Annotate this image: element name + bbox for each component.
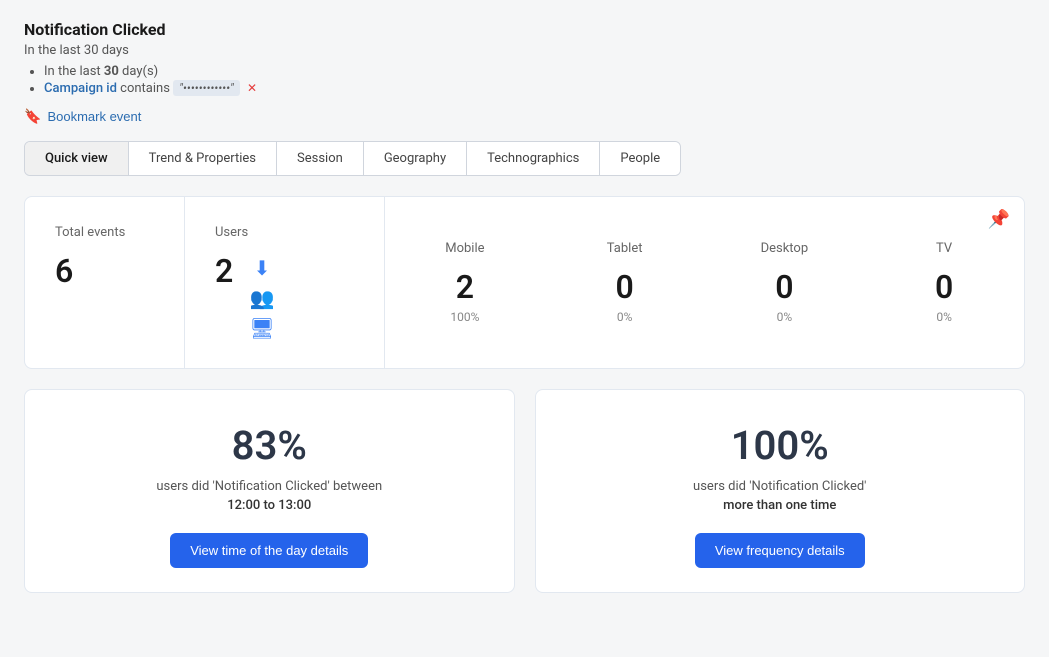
filter-days-bold: 30 xyxy=(104,64,119,79)
users-block: Users 2 ⬇ 👥 🖥 xyxy=(185,197,385,368)
mobile-percent: 100% xyxy=(395,310,535,324)
tab-technographics[interactable]: Technographics xyxy=(467,142,600,175)
desktop-percent: 0% xyxy=(715,310,855,324)
users-num-area: 2 xyxy=(215,252,233,290)
freq-detail: more than one time xyxy=(723,498,836,513)
tab-session[interactable]: Session xyxy=(277,142,364,175)
filter-campaign: Campaign id contains "••••••••••••" ✕ xyxy=(44,81,1025,96)
total-events-block: Total events 6 xyxy=(25,197,185,368)
mobile-value: 2 xyxy=(395,268,535,306)
time-desc: users did 'Notification Clicked' between xyxy=(156,479,382,494)
stats-card: 📌 Total events 6 Users 2 ⬇ 👥 🖥 xyxy=(24,196,1025,369)
freq-desc: users did 'Notification Clicked' xyxy=(693,479,866,494)
event-title: Notification Clicked xyxy=(24,20,1025,39)
total-events-value: 6 xyxy=(55,252,154,290)
view-frequency-button[interactable]: View frequency details xyxy=(695,533,865,568)
users-group-icon: 👥 xyxy=(250,286,275,310)
tab-geography[interactable]: Geography xyxy=(364,142,467,175)
device-desktop: Desktop 0 0% xyxy=(705,221,865,344)
view-time-details-button[interactable]: View time of the day details xyxy=(170,533,368,568)
tabs-bar: Quick view Trend & Properties Session Ge… xyxy=(24,141,681,176)
filter-operator: contains xyxy=(120,81,173,96)
tablet-label: Tablet xyxy=(555,241,695,256)
users-inner: 2 ⬇ 👥 🖥 xyxy=(215,252,275,340)
device-stats: Mobile 2 100% Tablet 0 0% Desktop 0 0% T… xyxy=(385,197,1024,368)
bookmark-label: Bookmark event xyxy=(47,109,141,124)
users-label: Users xyxy=(215,225,248,240)
device-tv: TV 0 0% xyxy=(864,221,1024,344)
freq-percent: 100% xyxy=(731,422,829,469)
tv-percent: 0% xyxy=(874,310,1014,324)
device-mobile: Mobile 2 100% xyxy=(385,221,545,344)
tab-people[interactable]: People xyxy=(600,142,680,175)
tablet-value: 0 xyxy=(555,268,695,306)
tv-label: TV xyxy=(874,241,1014,256)
remove-filter-icon[interactable]: ✕ xyxy=(247,81,257,95)
filter-list: In the last 30 day(s) Campaign id contai… xyxy=(24,64,1025,96)
tab-trend-properties[interactable]: Trend & Properties xyxy=(129,142,277,175)
filter-days: In the last 30 day(s) xyxy=(44,64,1025,79)
frequency-card: 100% users did 'Notification Clicked' mo… xyxy=(535,389,1026,593)
desktop-value: 0 xyxy=(715,268,855,306)
download-icon: ⬇ xyxy=(254,256,271,280)
device-icon: 🖥 xyxy=(249,316,274,340)
total-events-label: Total events xyxy=(55,225,154,240)
time-of-day-card: 83% users did 'Notification Clicked' bet… xyxy=(24,389,515,593)
bookmark-button[interactable]: 🔖 Bookmark event xyxy=(24,108,141,125)
users-icons: ⬇ 👥 🖥 xyxy=(249,256,274,340)
tablet-percent: 0% xyxy=(555,310,695,324)
pin-icon[interactable]: 📌 xyxy=(988,209,1010,230)
time-percent: 83% xyxy=(232,422,307,469)
campaign-link[interactable]: Campaign id xyxy=(44,81,117,96)
mobile-label: Mobile xyxy=(395,241,535,256)
filter-value: "••••••••••••" xyxy=(173,80,240,96)
bookmark-icon: 🔖 xyxy=(24,108,41,125)
event-time-range: In the last 30 days xyxy=(24,43,1025,58)
bottom-cards: 83% users did 'Notification Clicked' bet… xyxy=(24,389,1025,593)
event-header: Notification Clicked In the last 30 days… xyxy=(24,20,1025,125)
tv-value: 0 xyxy=(874,268,1014,306)
device-tablet: Tablet 0 0% xyxy=(545,221,705,344)
tab-quick-view[interactable]: Quick view xyxy=(25,142,129,175)
users-value: 2 xyxy=(215,252,233,290)
time-detail: 12:00 to 13:00 xyxy=(227,498,311,513)
desktop-label: Desktop xyxy=(715,241,855,256)
